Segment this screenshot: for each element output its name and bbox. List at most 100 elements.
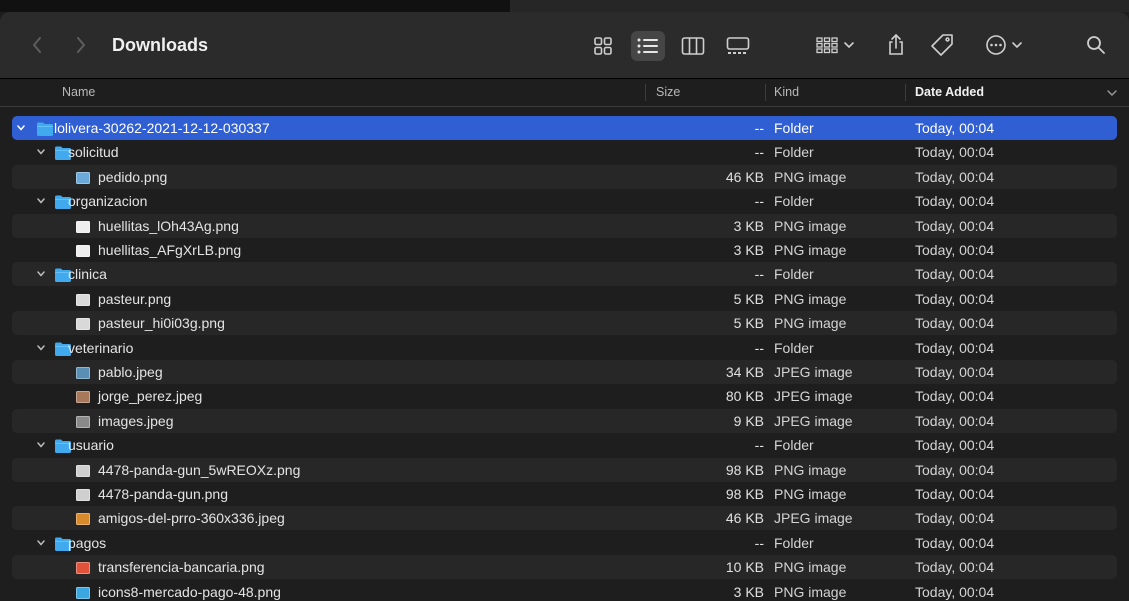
group-button[interactable] [810, 12, 860, 78]
icon-view-button[interactable] [586, 31, 620, 61]
folder-row[interactable]: veterinario -- Folder Today, 00:04 [12, 336, 1117, 360]
share-button[interactable] [883, 12, 909, 78]
gallery-view-button[interactable] [721, 31, 755, 61]
file-size: -- [754, 534, 764, 551]
file-size: 5 KB [733, 290, 764, 307]
folder-row[interactable]: organizacion -- Folder Today, 00:04 [12, 189, 1117, 213]
file-size: 46 KB [725, 168, 764, 185]
folder-row[interactable]: pagos -- Folder Today, 00:04 [12, 531, 1117, 555]
folder-row[interactable]: usuario -- Folder Today, 00:04 [12, 433, 1117, 457]
file-date-added: Today, 00:04 [915, 559, 995, 576]
file-row[interactable]: pablo.jpeg 34 KB JPEG image Today, 00:04 [12, 360, 1117, 384]
file-size: 3 KB [733, 242, 764, 258]
file-date-added: Today, 00:04 [915, 217, 995, 234]
file-kind: PNG image [774, 290, 847, 307]
file-date-added: Today, 00:04 [915, 461, 995, 478]
disclosure-chevron-icon[interactable] [34, 531, 48, 555]
columns-icon [681, 37, 705, 55]
file-size: -- [754, 144, 764, 161]
image-thumbnail-icon [74, 218, 92, 234]
file-date-added: Today, 00:04 [915, 315, 995, 332]
list-icon [637, 38, 658, 54]
file-size: -- [754, 266, 764, 283]
file-name: huellitas_lOh43Ag.png [98, 217, 239, 234]
size-column-header[interactable]: Size [656, 79, 680, 106]
chevron-right-icon [77, 37, 85, 53]
date-added-column-header[interactable]: Date Added [915, 79, 984, 106]
file-date-added: Today, 00:04 [915, 364, 995, 380]
more-actions-button[interactable] [978, 12, 1030, 78]
file-row[interactable]: jorge_perez.jpeg 80 KB JPEG image Today, 00… [12, 384, 1117, 408]
file-kind: PNG image [774, 315, 847, 332]
finder-window: Downloads Name Size Kind Date Added loli… [0, 12, 1129, 601]
forward-button[interactable] [70, 12, 92, 78]
kind-column-header[interactable]: Kind [774, 79, 799, 106]
file-size: 46 KB [725, 510, 764, 527]
file-row[interactable]: icons8-mercado-pago-48.png 3 KB PNG image T… [12, 580, 1117, 601]
file-row[interactable]: amigos-del-prro-360x336.jpeg 46 KB JPEG im… [12, 506, 1117, 531]
file-name: solicitud [68, 144, 119, 161]
column-view-button[interactable] [676, 31, 710, 61]
file-size: 80 KB [725, 388, 764, 405]
file-kind: Folder [774, 339, 814, 356]
sort-chevron-icon[interactable] [1106, 79, 1118, 106]
file-row[interactable]: images.jpeg 9 KB JPEG image Today, 00:04 [12, 408, 1117, 433]
desktop-strip [0, 0, 1129, 12]
file-kind: Folder [774, 534, 814, 551]
file-row[interactable]: huellitas_AFgXrLB.png 3 KB PNG image Today,… [12, 238, 1117, 262]
file-size: 34 KB [725, 364, 764, 380]
search-button[interactable] [1083, 12, 1109, 78]
toolbar: Downloads [0, 12, 1129, 79]
file-row[interactable]: 4478-panda-gun.png 98 KB PNG image Today, 0… [12, 482, 1117, 506]
file-kind: PNG image [774, 559, 847, 576]
list-view-button[interactable] [631, 31, 665, 61]
file-row[interactable]: pasteur.png 5 KB PNG image Today, 00:04 [12, 287, 1117, 311]
file-size: -- [754, 339, 764, 356]
file-date-added: Today, 00:04 [915, 168, 995, 185]
folder-row[interactable]: solicitud -- Folder Today, 00:04 [12, 140, 1117, 164]
file-date-added: Today, 00:04 [915, 242, 995, 258]
search-icon [1087, 36, 1105, 54]
file-row[interactable]: pasteur_hi0i03g.png 5 KB PNG image Today, 0… [12, 311, 1117, 336]
file-size: 3 KB [733, 583, 764, 600]
window-title: Downloads [112, 35, 209, 55]
disclosure-chevron-icon[interactable] [34, 336, 48, 360]
file-size: -- [754, 120, 764, 136]
file-date-added: Today, 00:04 [915, 193, 995, 210]
file-name: pablo.jpeg [98, 364, 163, 380]
group-icon [816, 37, 838, 54]
file-size: 9 KB [733, 412, 764, 429]
file-date-added: Today, 00:04 [915, 437, 995, 454]
name-column-header[interactable]: Name [62, 79, 95, 106]
folder-row[interactable]: clinica -- Folder Today, 00:04 [12, 262, 1117, 287]
file-row[interactable]: pedido.png 46 KB PNG image Today, 00:04 [12, 164, 1117, 189]
gallery-icon [726, 37, 750, 54]
file-row[interactable]: transferencia-bancaria.png 10 KB PNG image… [12, 555, 1117, 580]
file-date-added: Today, 00:04 [915, 583, 995, 600]
back-button[interactable] [26, 12, 48, 78]
file-kind: PNG image [774, 242, 847, 258]
file-size: -- [754, 193, 764, 210]
disclosure-chevron-icon[interactable] [34, 262, 48, 286]
disclosure-chevron-icon[interactable] [34, 433, 48, 457]
image-thumbnail-icon [74, 364, 92, 380]
disclosure-chevron-icon[interactable] [14, 116, 28, 140]
disclosure-chevron-icon[interactable] [34, 140, 48, 164]
image-thumbnail-icon [74, 486, 92, 502]
file-row[interactable]: 4478-panda-gun_5wREOXz.png 98 KB PNG image… [12, 457, 1117, 482]
file-kind: Folder [774, 120, 814, 136]
file-kind: Folder [774, 144, 814, 161]
file-kind: Folder [774, 437, 814, 454]
image-thumbnail-icon [74, 510, 92, 526]
file-date-added: Today, 00:04 [915, 510, 995, 527]
tag-button[interactable] [926, 12, 958, 78]
file-date-added: Today, 00:04 [915, 486, 995, 502]
file-row[interactable]: huellitas_lOh43Ag.png 3 KB PNG image Today,… [12, 213, 1117, 238]
image-thumbnail-icon [74, 413, 92, 429]
disclosure-chevron-icon[interactable] [34, 189, 48, 213]
folder-row[interactable]: lolivera-30262-2021-12-12-030337 -- Folder… [12, 116, 1117, 140]
file-date-added: Today, 00:04 [915, 290, 995, 307]
file-size: 5 KB [733, 315, 764, 332]
file-date-added: Today, 00:04 [915, 412, 995, 429]
file-kind: Folder [774, 266, 814, 283]
